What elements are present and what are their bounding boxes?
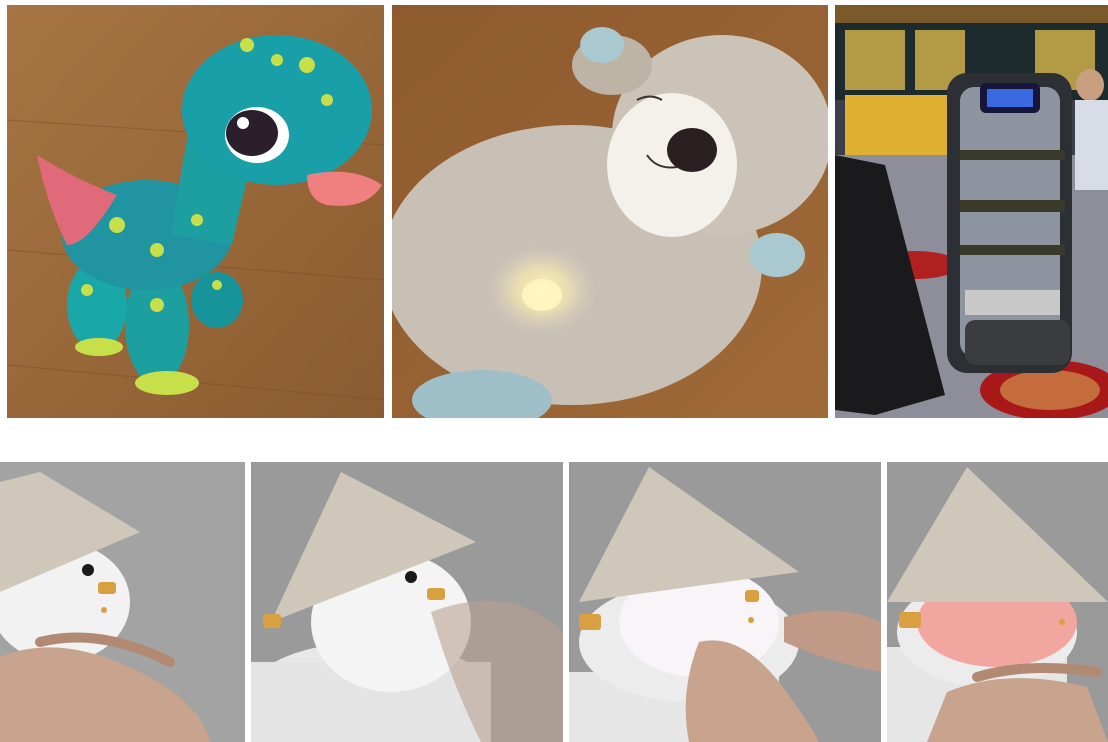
lamp-robot-touch-photo <box>251 462 563 742</box>
lamp-robot-touch-photo <box>0 462 245 742</box>
lamp-robot-touch-photo <box>569 462 881 742</box>
plush-otter-photo <box>392 5 828 418</box>
service-robot-photo <box>835 5 1108 418</box>
lamp-robot-touch-photo <box>887 462 1108 742</box>
plush-dinosaur-photo <box>7 5 384 418</box>
